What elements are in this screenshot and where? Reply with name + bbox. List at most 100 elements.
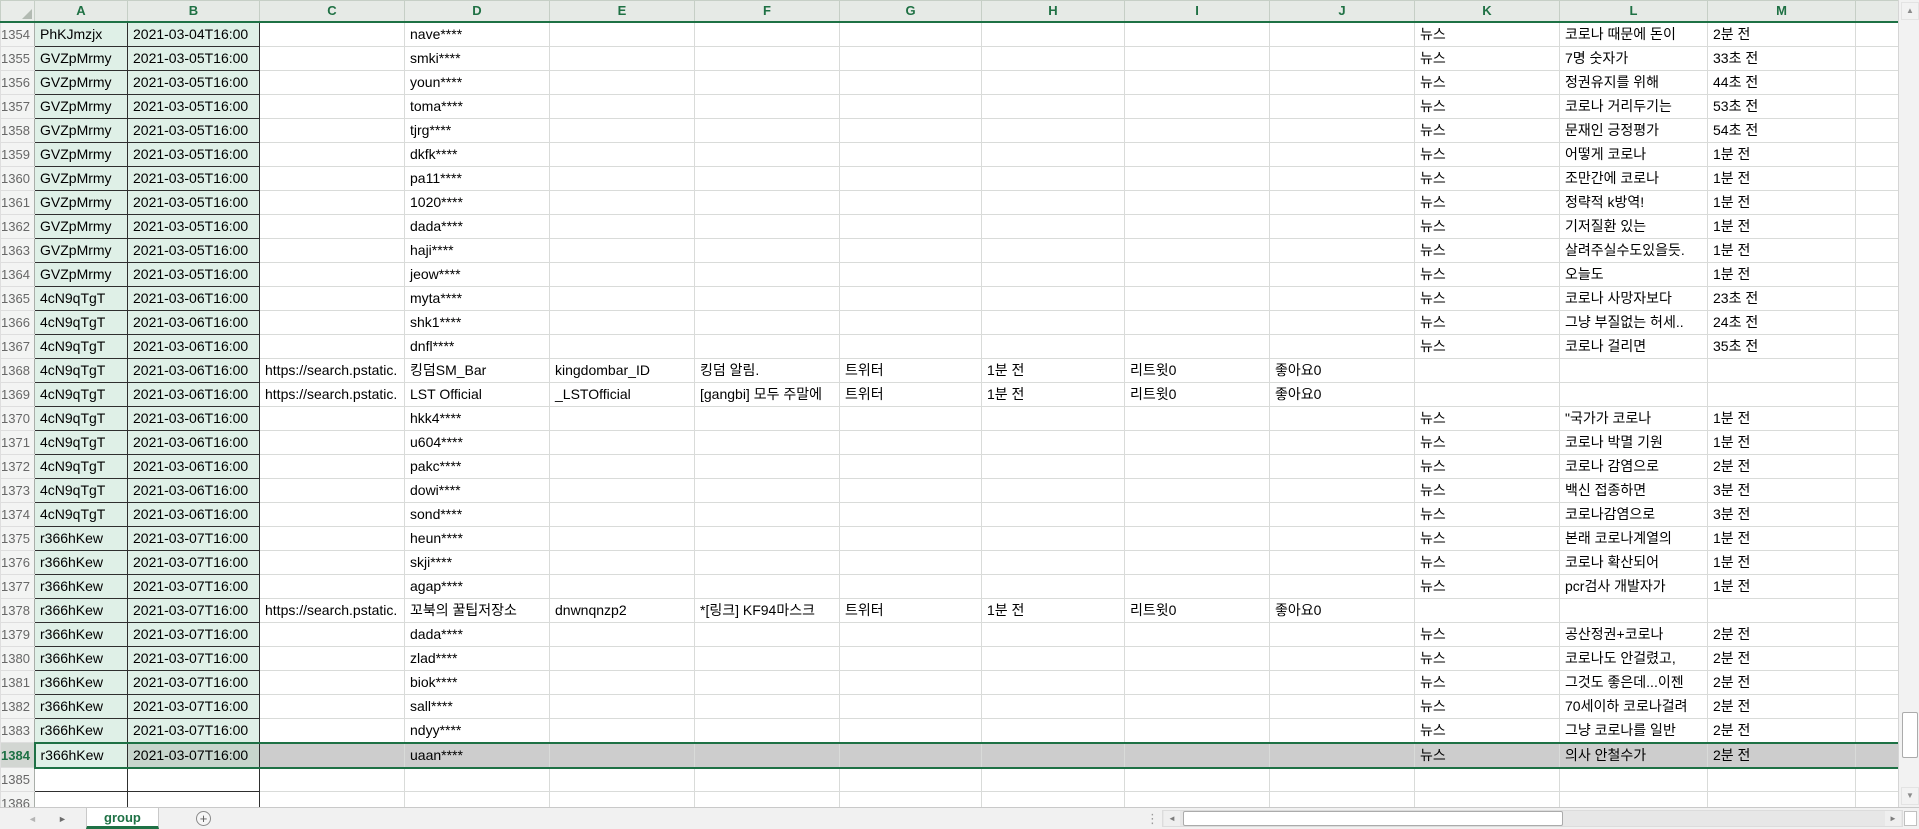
cell-H1384[interactable] — [982, 743, 1125, 768]
cell-C1367[interactable] — [260, 334, 405, 358]
cell-K1374[interactable]: 뉴스 — [1415, 502, 1560, 526]
cell-M1373[interactable]: 3분 전 — [1708, 478, 1856, 502]
cell-I1375[interactable] — [1125, 526, 1270, 550]
cell-D1384[interactable]: uaan**** — [405, 743, 550, 768]
sheet-nav-prev-icon[interactable]: ◄ — [28, 812, 37, 826]
cell-A1366[interactable]: 4cN9qTgT — [35, 310, 128, 334]
cell-I1365[interactable] — [1125, 286, 1270, 310]
cell-N1362[interactable] — [1856, 214, 1899, 238]
cell-G1381[interactable] — [840, 670, 982, 694]
cell-K1386[interactable] — [1415, 792, 1560, 808]
cell-K1381[interactable]: 뉴스 — [1415, 670, 1560, 694]
cell-C1380[interactable] — [260, 646, 405, 670]
cell-E1381[interactable] — [550, 670, 695, 694]
cell-I1376[interactable] — [1125, 550, 1270, 574]
cell-E1382[interactable] — [550, 694, 695, 718]
row-header-1356[interactable]: 1356 — [1, 70, 35, 94]
cell-C1366[interactable] — [260, 310, 405, 334]
cell-A1380[interactable]: r366hKew — [35, 646, 128, 670]
cell-N1386[interactable] — [1856, 792, 1899, 808]
row-header-1379[interactable]: 1379 — [1, 622, 35, 646]
cell-H1364[interactable] — [982, 262, 1125, 286]
cell-N1368[interactable] — [1856, 358, 1899, 382]
row-header-1361[interactable]: 1361 — [1, 190, 35, 214]
cell-N1382[interactable] — [1856, 694, 1899, 718]
cell-E1384[interactable] — [550, 743, 695, 768]
cell-J1356[interactable] — [1270, 70, 1415, 94]
cell-L1371[interactable]: 코로나 박멸 기원 — [1560, 430, 1708, 454]
cell-G1383[interactable] — [840, 718, 982, 743]
cell-N1385[interactable] — [1856, 768, 1899, 792]
cell-C1364[interactable] — [260, 262, 405, 286]
cell-I1371[interactable] — [1125, 430, 1270, 454]
cell-B1359[interactable]: 2021-03-05T16:00 — [128, 142, 260, 166]
cell-F1377[interactable] — [695, 574, 840, 598]
cell-L1377[interactable]: pcr검사 개발자가 — [1560, 574, 1708, 598]
cell-C1379[interactable] — [260, 622, 405, 646]
cell-G1368[interactable]: 트위터 — [840, 358, 982, 382]
cell-F1380[interactable] — [695, 646, 840, 670]
cell-H1375[interactable] — [982, 526, 1125, 550]
cell-L1382[interactable]: 70세이하 코로나걸려 — [1560, 694, 1708, 718]
cell-F1368[interactable]: 킹덤 알림. — [695, 358, 840, 382]
cell-F1364[interactable] — [695, 262, 840, 286]
cell-N1354[interactable] — [1856, 22, 1899, 47]
cell-F1386[interactable] — [695, 792, 840, 808]
cell-D1369[interactable]: LST Official — [405, 382, 550, 406]
cell-K1372[interactable]: 뉴스 — [1415, 454, 1560, 478]
cell-C1381[interactable] — [260, 670, 405, 694]
row-header-1365[interactable]: 1365 — [1, 286, 35, 310]
cell-H1379[interactable] — [982, 622, 1125, 646]
cell-H1355[interactable] — [982, 46, 1125, 70]
cell-I1354[interactable] — [1125, 22, 1270, 47]
cell-I1358[interactable] — [1125, 118, 1270, 142]
cell-I1386[interactable] — [1125, 792, 1270, 808]
cell-I1374[interactable] — [1125, 502, 1270, 526]
cell-C1361[interactable] — [260, 190, 405, 214]
column-header-I[interactable]: I — [1125, 1, 1270, 22]
cell-K1379[interactable]: 뉴스 — [1415, 622, 1560, 646]
cell-D1379[interactable]: dada**** — [405, 622, 550, 646]
cell-J1360[interactable] — [1270, 166, 1415, 190]
cell-K1376[interactable]: 뉴스 — [1415, 550, 1560, 574]
cell-H1357[interactable] — [982, 94, 1125, 118]
cell-I1364[interactable] — [1125, 262, 1270, 286]
cell-K1384[interactable]: 뉴스 — [1415, 743, 1560, 768]
cell-A1364[interactable]: GVZpMrmy — [35, 262, 128, 286]
cell-D1380[interactable]: zlad**** — [405, 646, 550, 670]
cell-N1384[interactable] — [1856, 743, 1899, 768]
cell-D1358[interactable]: tjrg**** — [405, 118, 550, 142]
cell-H1354[interactable] — [982, 22, 1125, 47]
cell-K1360[interactable]: 뉴스 — [1415, 166, 1560, 190]
cell-L1379[interactable]: 공산정권+코로나 — [1560, 622, 1708, 646]
cell-N1355[interactable] — [1856, 46, 1899, 70]
cell-J1371[interactable] — [1270, 430, 1415, 454]
cell-J1385[interactable] — [1270, 768, 1415, 792]
cell-M1381[interactable]: 2분 전 — [1708, 670, 1856, 694]
row-header-1368[interactable]: 1368 — [1, 358, 35, 382]
cell-E1377[interactable] — [550, 574, 695, 598]
cell-D1363[interactable]: haji**** — [405, 238, 550, 262]
cell-J1362[interactable] — [1270, 214, 1415, 238]
cell-E1362[interactable] — [550, 214, 695, 238]
cell-G1380[interactable] — [840, 646, 982, 670]
cell-I1381[interactable] — [1125, 670, 1270, 694]
cell-E1376[interactable] — [550, 550, 695, 574]
horizontal-scrollbar[interactable]: ◄ ► — [1162, 810, 1903, 827]
row-header-1380[interactable]: 1380 — [1, 646, 35, 670]
cell-F1365[interactable] — [695, 286, 840, 310]
cell-B1363[interactable]: 2021-03-05T16:00 — [128, 238, 260, 262]
cell-C1363[interactable] — [260, 238, 405, 262]
cell-D1361[interactable]: 1020**** — [405, 190, 550, 214]
cell-E1373[interactable] — [550, 478, 695, 502]
cell-F1355[interactable] — [695, 46, 840, 70]
scroll-down-button[interactable]: ▼ — [1901, 787, 1919, 805]
cell-I1357[interactable] — [1125, 94, 1270, 118]
cell-G1362[interactable] — [840, 214, 982, 238]
cell-E1367[interactable] — [550, 334, 695, 358]
cell-H1367[interactable] — [982, 334, 1125, 358]
cell-B1379[interactable]: 2021-03-07T16:00 — [128, 622, 260, 646]
cell-N1373[interactable] — [1856, 478, 1899, 502]
cell-G1358[interactable] — [840, 118, 982, 142]
cell-M1375[interactable]: 1분 전 — [1708, 526, 1856, 550]
